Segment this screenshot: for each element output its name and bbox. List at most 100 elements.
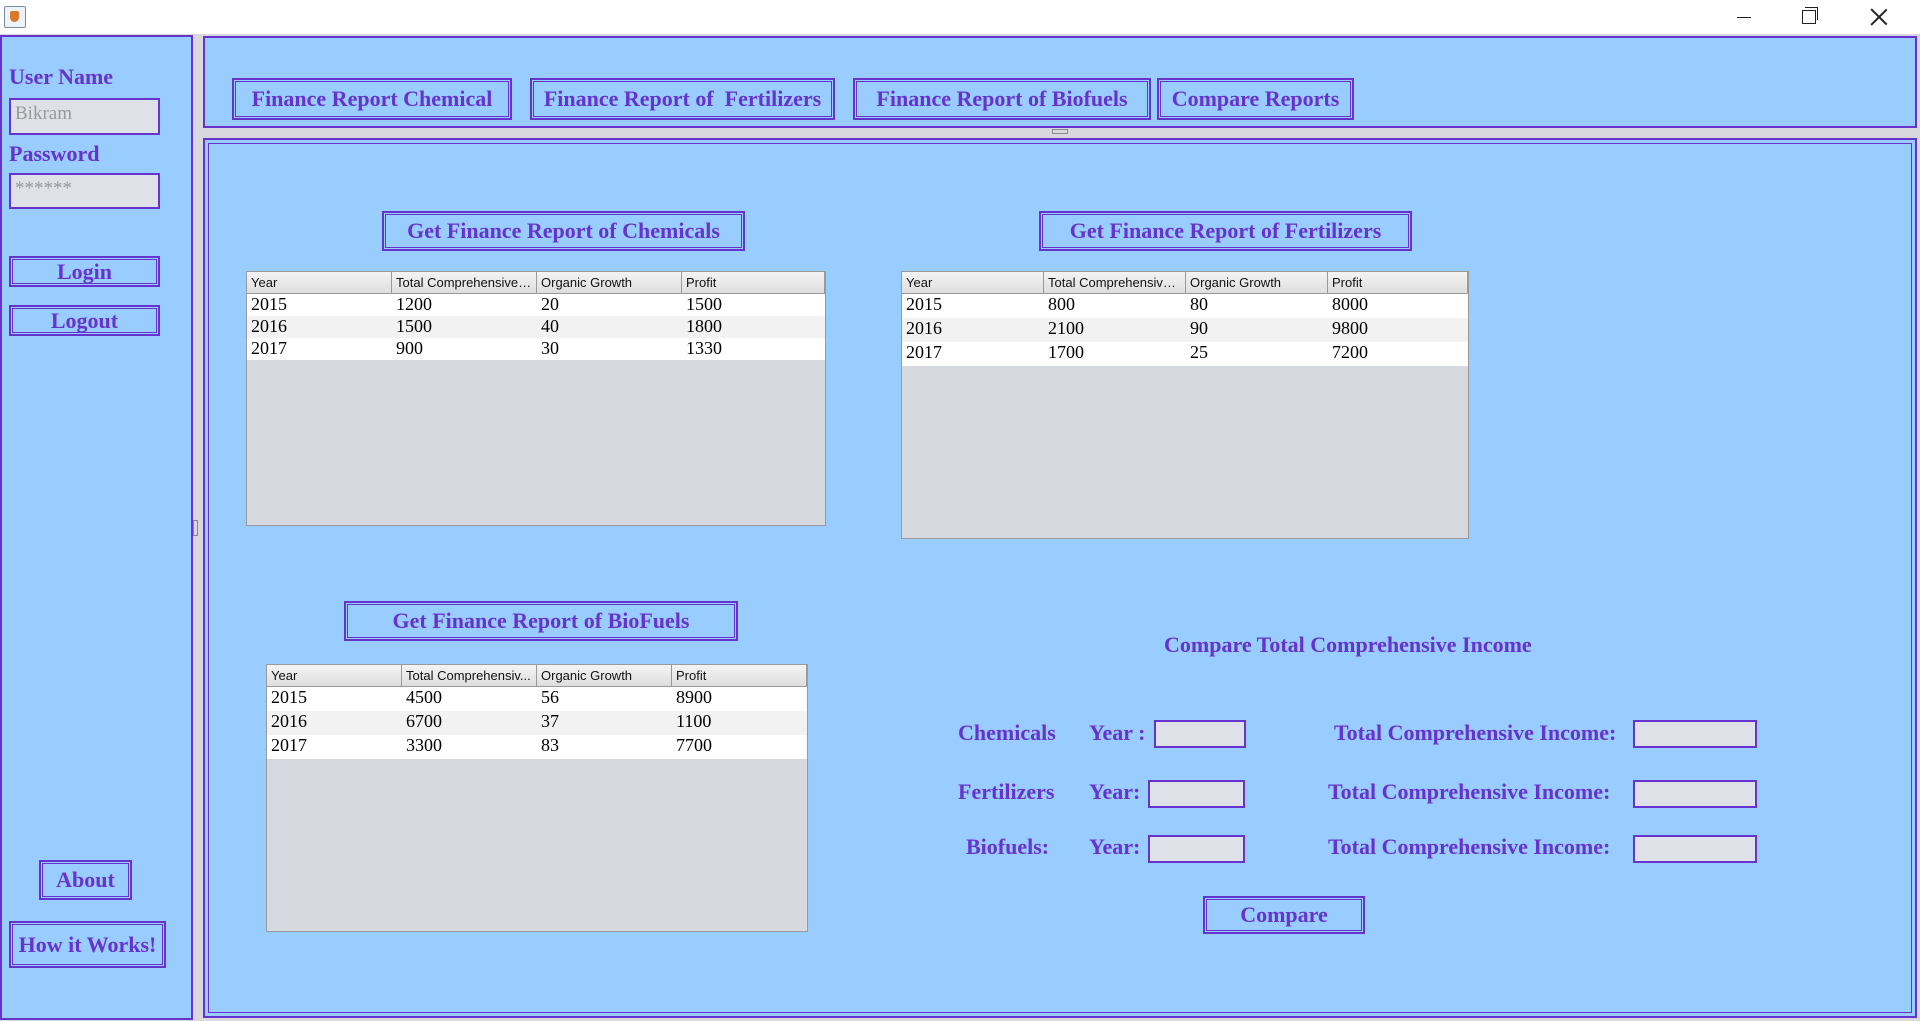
get-biofuels-report-button[interactable]: Get Finance Report of BioFuels xyxy=(344,601,738,641)
cell-organic-growth: 83 xyxy=(541,735,559,755)
cell-profit: 7200 xyxy=(1332,342,1368,362)
cell-year: 2017 xyxy=(906,342,942,362)
table-row[interactable]: 2015 1200 20 1500 xyxy=(247,294,825,316)
logout-button[interactable]: Logout xyxy=(9,305,160,336)
compare-fertilizers-year-label: Year: xyxy=(1089,779,1141,804)
close-button[interactable] xyxy=(1856,0,1902,34)
cell-year: 2015 xyxy=(251,294,287,314)
tab-compare-reports[interactable]: Compare Reports xyxy=(1157,78,1354,120)
compare-biofuels-income-label: Total Comprehensive Income: xyxy=(1328,834,1611,859)
how-it-works-button[interactable]: How it Works! xyxy=(9,921,166,968)
cell-profit: 8000 xyxy=(1332,294,1368,314)
tab-finance-report-biofuels[interactable]: Finance Report of Biofuels xyxy=(853,78,1151,120)
compare-fertilizers-income-label: Total Comprehensive Income: xyxy=(1328,779,1611,804)
cell-year: 2017 xyxy=(271,735,307,755)
cell-total-income: 1200 xyxy=(396,294,432,314)
compare-chemicals-label: Chemicals xyxy=(958,720,1056,745)
column-header-organic-growth[interactable]: Organic Growth xyxy=(537,272,682,293)
column-header-year[interactable]: Year xyxy=(247,272,392,293)
fertilizers-income-output[interactable] xyxy=(1633,780,1757,808)
tab-finance-report-chemical[interactable]: Finance Report Chemical xyxy=(232,78,512,120)
password-field[interactable]: ****** xyxy=(9,173,160,209)
cell-profit: 1330 xyxy=(686,338,722,358)
login-button[interactable]: Login xyxy=(9,256,160,287)
cell-organic-growth: 40 xyxy=(541,316,559,336)
compare-chemicals-income-label: Total Comprehensive Income: xyxy=(1334,720,1617,745)
chemicals-income-output[interactable] xyxy=(1633,720,1757,748)
chemicals-table: Year Total Comprehensive I... Organic Gr… xyxy=(246,271,826,526)
cell-profit: 9800 xyxy=(1332,318,1368,338)
cell-year: 2016 xyxy=(906,318,942,338)
cell-year: 2017 xyxy=(251,338,287,358)
window-title-bar xyxy=(0,0,1920,34)
compare-button[interactable]: Compare xyxy=(1203,896,1365,934)
compare-biofuels-year-label: Year: xyxy=(1089,834,1141,859)
table-row[interactable]: 2016 2100 90 9800 xyxy=(902,318,1468,342)
table-header: Year Total Comprehensive ... Organic Gro… xyxy=(902,272,1468,294)
chemicals-year-input[interactable] xyxy=(1154,720,1246,748)
column-header-organic-growth[interactable]: Organic Growth xyxy=(537,665,672,686)
compare-fertilizers-label: Fertilizers xyxy=(958,779,1055,804)
cell-organic-growth: 30 xyxy=(541,338,559,358)
cell-organic-growth: 90 xyxy=(1190,318,1208,338)
column-header-organic-growth[interactable]: Organic Growth xyxy=(1186,272,1328,293)
cell-profit: 7700 xyxy=(676,735,712,755)
password-label: Password xyxy=(9,141,100,166)
cell-year: 2016 xyxy=(271,711,307,731)
column-header-profit[interactable]: Profit xyxy=(1328,272,1468,293)
username-field[interactable]: Bikram xyxy=(9,98,160,135)
minimize-icon xyxy=(1737,16,1751,18)
username-label: User Name xyxy=(9,64,114,89)
table-header: Year Total Comprehensiv... Organic Growt… xyxy=(267,665,807,687)
column-header-total-income[interactable]: Total Comprehensive I... xyxy=(392,272,537,293)
vertical-split-handle[interactable] xyxy=(193,520,198,536)
table-row[interactable]: 2017 900 30 1330 xyxy=(247,338,825,360)
cell-organic-growth: 80 xyxy=(1190,294,1208,314)
column-header-profit[interactable]: Profit xyxy=(672,665,807,686)
fertilizers-year-input[interactable] xyxy=(1148,780,1245,808)
table-row[interactable]: 2017 1700 25 7200 xyxy=(902,342,1468,366)
cell-profit: 1100 xyxy=(676,711,712,731)
column-header-profit[interactable]: Profit xyxy=(682,272,825,293)
cell-profit: 8900 xyxy=(676,687,712,707)
cell-total-income: 1500 xyxy=(396,316,432,336)
column-header-total-income[interactable]: Total Comprehensive ... xyxy=(1044,272,1186,293)
table-row[interactable]: 2015 800 80 8000 xyxy=(902,294,1468,318)
cell-total-income: 800 xyxy=(1048,294,1075,314)
table-header: Year Total Comprehensive I... Organic Gr… xyxy=(247,272,825,294)
cell-total-income: 4500 xyxy=(406,687,442,707)
cell-year: 2016 xyxy=(251,316,287,336)
compare-title: Compare Total Comprehensive Income xyxy=(1164,632,1532,657)
column-header-year[interactable]: Year xyxy=(902,272,1044,293)
cell-year: 2015 xyxy=(271,687,307,707)
cell-organic-growth: 25 xyxy=(1190,342,1208,362)
cell-total-income: 6700 xyxy=(406,711,442,731)
column-header-total-income[interactable]: Total Comprehensiv... xyxy=(402,665,537,686)
table-row[interactable]: 2015 4500 56 8900 xyxy=(267,687,807,711)
cell-year: 2015 xyxy=(906,294,942,314)
tab-finance-report-fertilizers[interactable]: Finance Report of Fertilizers xyxy=(530,78,835,120)
table-row[interactable]: 2016 6700 37 1100 xyxy=(267,711,807,735)
cell-profit: 1500 xyxy=(686,294,722,314)
cell-total-income: 900 xyxy=(396,338,423,358)
restore-icon xyxy=(1802,7,1818,24)
horizontal-split-handle[interactable] xyxy=(1052,129,1068,134)
minimize-button[interactable] xyxy=(1721,0,1767,34)
biofuels-year-input[interactable] xyxy=(1148,835,1245,863)
get-fertilizers-report-button[interactable]: Get Finance Report of Fertilizers xyxy=(1039,211,1412,251)
table-row[interactable]: 2016 1500 40 1800 xyxy=(247,316,825,338)
cell-total-income: 1700 xyxy=(1048,342,1084,362)
cell-organic-growth: 37 xyxy=(541,711,559,731)
about-button[interactable]: About xyxy=(39,860,132,900)
restore-button[interactable] xyxy=(1786,0,1832,34)
close-icon xyxy=(1870,8,1888,26)
cell-profit: 1800 xyxy=(686,316,722,336)
cell-organic-growth: 20 xyxy=(541,294,559,314)
column-header-year[interactable]: Year xyxy=(267,665,402,686)
fertilizers-table: Year Total Comprehensive ... Organic Gro… xyxy=(901,271,1469,539)
biofuels-income-output[interactable] xyxy=(1633,835,1757,863)
cell-total-income: 2100 xyxy=(1048,318,1084,338)
get-chemicals-report-button[interactable]: Get Finance Report of Chemicals xyxy=(382,211,745,251)
compare-chemicals-year-label: Year : xyxy=(1089,720,1146,745)
table-row[interactable]: 2017 3300 83 7700 xyxy=(267,735,807,759)
